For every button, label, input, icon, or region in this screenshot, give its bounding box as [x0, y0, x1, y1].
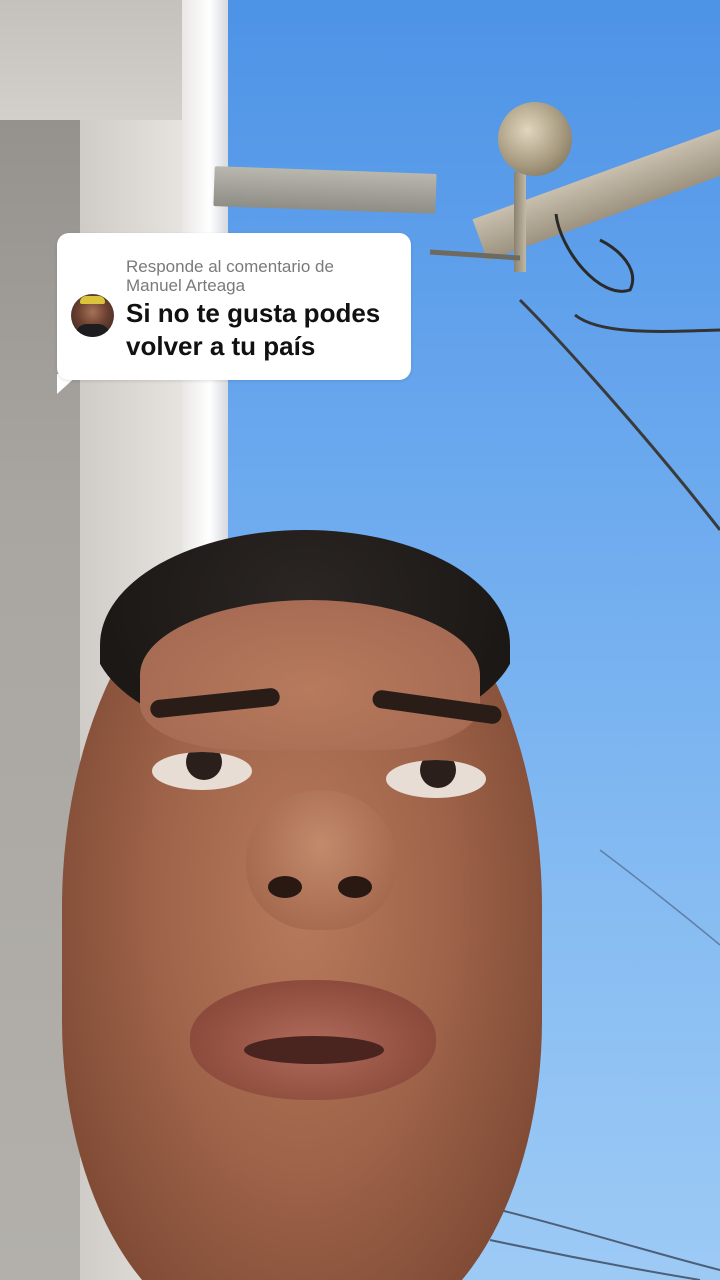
reply-comment-text: Si no te gusta podes volver a tu país — [126, 298, 381, 361]
avatar-shirt — [75, 324, 110, 337]
commenter-avatar[interactable] — [71, 294, 114, 337]
right-nostril — [338, 876, 372, 898]
right-eye — [386, 760, 486, 798]
reply-header-label: Responde al comentario de — [126, 257, 334, 276]
comment-reply-sticker[interactable]: Responde al comentario de Manuel Arteaga… — [57, 233, 411, 380]
left-nostril — [268, 876, 302, 898]
person-forehead — [140, 600, 480, 750]
reply-header: Responde al comentario de Manuel Arteaga — [126, 257, 396, 295]
reply-commenter-name[interactable]: Manuel Arteaga — [126, 276, 396, 295]
person-mouth — [244, 1036, 384, 1064]
left-eye — [152, 752, 252, 790]
avatar-cap — [80, 296, 105, 304]
video-frame[interactable]: Responde al comentario de Manuel Arteaga… — [0, 0, 720, 1280]
person-nose — [246, 790, 396, 930]
